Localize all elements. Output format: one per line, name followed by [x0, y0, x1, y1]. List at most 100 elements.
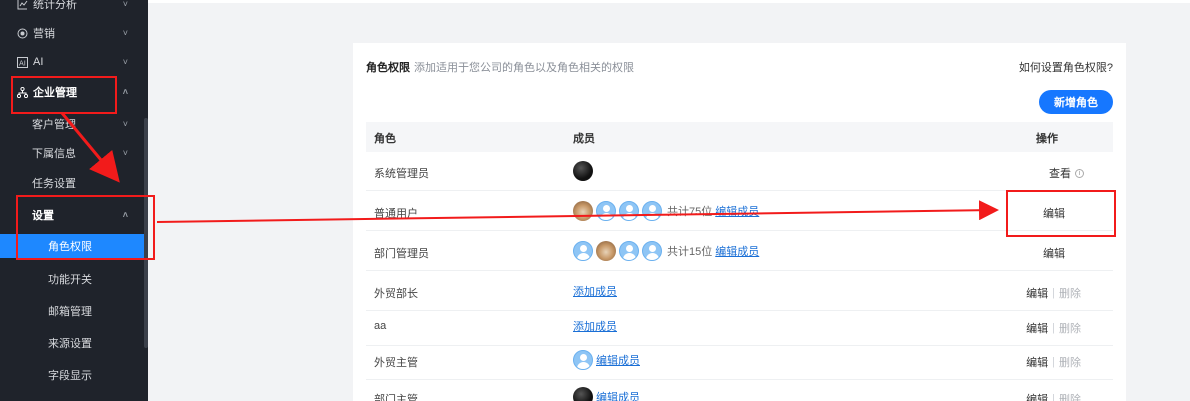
page-title: 角色权限 — [366, 62, 410, 74]
table-row: 部门管理员 共计15位 编辑成员 编辑 — [366, 232, 1113, 271]
sidebar-item-label: 统计分析 — [33, 0, 77, 11]
view-button[interactable]: 查看 — [1049, 165, 1071, 181]
edit-members-link[interactable]: 添加成员 — [573, 318, 617, 334]
column-header-members: 成员 — [573, 133, 595, 145]
info-icon[interactable]: i — [1075, 168, 1084, 178]
actions-cell: 编辑 — [1043, 245, 1065, 261]
avatar — [619, 201, 639, 221]
avatar — [619, 241, 639, 261]
delete-button[interactable]: 删除 — [1059, 391, 1081, 401]
role-name: 外贸主管 — [374, 357, 418, 369]
annotation-box-settings — [16, 195, 155, 260]
table-header: 角色 成员 操作 — [366, 122, 1113, 152]
column-header-role: 角色 — [374, 133, 396, 145]
sidebar-item-label: 字段显示 — [48, 370, 92, 382]
sidebar-item-label: 任务设置 — [32, 178, 76, 190]
members-cell: 编辑成员 — [573, 350, 640, 370]
sidebar-item-ai[interactable]: AI AI ˅ — [0, 51, 144, 73]
page-subtitle: 添加适用于您公司的角色以及角色相关的权限 — [414, 62, 634, 74]
chart-icon — [16, 0, 28, 10]
chevron-down-icon: ˅ — [122, 57, 128, 67]
sidebar-item-label: 客户管理 — [32, 119, 76, 131]
edit-members-link[interactable]: 编辑成员 — [596, 389, 640, 401]
sidebar-item-customers[interactable]: 客户管理 ˅ — [0, 113, 144, 135]
chevron-down-icon: ˅ — [122, 148, 128, 158]
member-count: 共计75位 — [667, 206, 713, 218]
avatar — [596, 241, 616, 261]
annotation-box-enterprise — [11, 76, 117, 114]
actions-cell: 编辑 | 删除 — [1026, 320, 1081, 336]
role-name: 系统管理员 — [374, 168, 429, 180]
actions-cell: 编辑 | 删除 — [1026, 391, 1081, 401]
member-count: 共计15位 — [667, 246, 713, 258]
table-row: 部门主管 编辑成员 编辑 | 删除 — [366, 378, 1113, 401]
chevron-down-icon: ˅ — [122, 119, 128, 129]
sidebar-item-label: 营销 — [33, 28, 55, 40]
role-name: 部门管理员 — [374, 248, 429, 260]
sidebar-item-field-display[interactable]: 字段显示 — [0, 364, 144, 386]
edit-members-link[interactable]: 添加成员 — [573, 283, 617, 299]
table-row: 外贸主管 编辑成员 编辑 | 删除 — [366, 341, 1113, 380]
sidebar-item-feature-switch[interactable]: 功能开关 — [0, 268, 144, 290]
add-role-button[interactable]: 新增角色 — [1039, 90, 1113, 114]
members-cell: 共计15位 编辑成员 — [573, 241, 759, 261]
role-name: 外贸部长 — [374, 288, 418, 300]
top-bar — [148, 0, 1190, 3]
svg-text:AI: AI — [19, 59, 26, 67]
delete-button[interactable]: 删除 — [1059, 285, 1081, 301]
sidebar-item-subordinates[interactable]: 下属信息 ˅ — [0, 142, 144, 164]
avatar — [573, 161, 593, 181]
role-name: 部门主管 — [374, 394, 418, 401]
edit-members-link[interactable]: 编辑成员 — [715, 243, 759, 259]
members-cell — [573, 161, 596, 181]
members-cell: 编辑成员 — [573, 387, 640, 401]
delete-button[interactable]: 删除 — [1059, 354, 1081, 370]
edit-members-link[interactable]: 编辑成员 — [715, 203, 759, 219]
separator: | — [1052, 356, 1055, 368]
target-icon — [16, 27, 28, 39]
members-cell: 添加成员 — [573, 316, 617, 336]
edit-button[interactable]: 编辑 — [1043, 245, 1065, 261]
chevron-down-icon: ˅ — [122, 28, 128, 38]
edit-members-link[interactable]: 编辑成员 — [596, 352, 640, 368]
table-row: 普通用户 共计75位 编辑成员 编辑 — [366, 192, 1113, 231]
chevron-down-icon: ˅ — [122, 0, 128, 9]
sidebar-item-mailbox[interactable]: 邮箱管理 — [0, 300, 144, 322]
avatar — [573, 241, 593, 261]
members-cell: 共计75位 编辑成员 — [573, 201, 759, 221]
sidebar-item-label: AI — [33, 56, 44, 68]
actions-cell: 编辑 | 删除 — [1026, 354, 1081, 370]
chevron-up-icon: ˄ — [122, 87, 128, 97]
members-cell: 添加成员 — [573, 281, 617, 301]
edit-button[interactable]: 编辑 — [1026, 354, 1048, 370]
column-header-actions: 操作 — [1036, 133, 1058, 145]
avatar — [573, 201, 593, 221]
edit-button[interactable]: 编辑 — [1026, 320, 1048, 336]
help-link[interactable]: 如何设置角色权限? — [1019, 59, 1113, 75]
sidebar-item-source-settings[interactable]: 来源设置 — [0, 332, 144, 354]
role-name: aa — [374, 320, 387, 332]
edit-button[interactable]: 编辑 — [1026, 391, 1048, 401]
avatar — [596, 201, 616, 221]
separator: | — [1052, 322, 1055, 334]
sidebar-item-analytics[interactable]: 统计分析 ˅ — [0, 0, 144, 13]
sidebar-item-task-settings[interactable]: 任务设置 — [0, 172, 144, 194]
delete-button[interactable]: 删除 — [1059, 320, 1081, 336]
table-row: 系统管理员 查看 i — [366, 152, 1113, 191]
ai-icon: AI — [16, 56, 28, 68]
edit-button[interactable]: 编辑 — [1026, 285, 1048, 301]
sidebar-item-label: 功能开关 — [48, 274, 92, 286]
actions-cell: 编辑 | 删除 — [1026, 285, 1081, 301]
avatar — [573, 350, 593, 370]
avatar — [573, 387, 593, 401]
separator: | — [1052, 287, 1055, 299]
actions-cell: 查看 i — [1049, 165, 1084, 181]
table-row: 外贸部长 添加成员 编辑 | 删除 — [366, 272, 1113, 311]
sidebar-item-label: 来源设置 — [48, 338, 92, 350]
annotation-box-edit — [1006, 190, 1116, 237]
sidebar-item-label: 邮箱管理 — [48, 306, 92, 318]
avatar — [642, 241, 662, 261]
sidebar-item-marketing[interactable]: 营销 ˅ — [0, 22, 144, 44]
separator: | — [1052, 393, 1055, 401]
avatar — [642, 201, 662, 221]
